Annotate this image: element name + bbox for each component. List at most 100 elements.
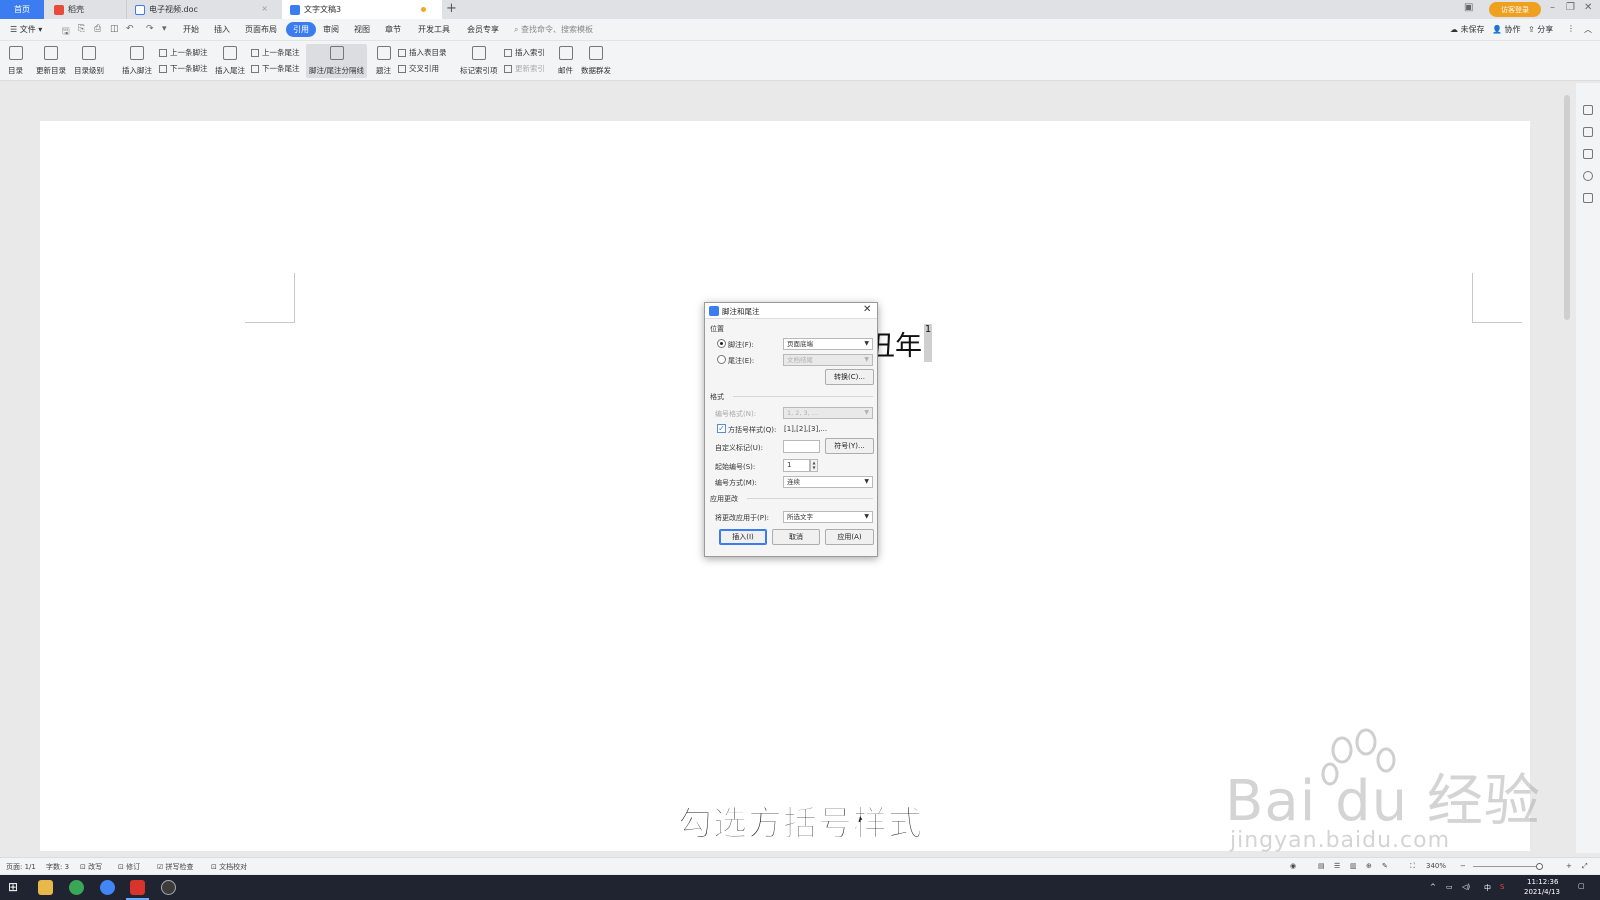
rewrite-toggle[interactable]: ⊡ 改写 <box>80 862 102 872</box>
caption-button[interactable]: 题注 <box>376 44 391 76</box>
dialog-close-icon[interactable]: ✕ <box>863 304 871 315</box>
fullscreen-icon[interactable]: ⤢ <box>1582 862 1588 871</box>
adjust-sliders-icon[interactable] <box>1583 149 1593 159</box>
zoom-out-icon[interactable]: − <box>1460 862 1466 870</box>
apply-button[interactable]: 应用(A) <box>825 529 874 545</box>
annotation-pen-icon[interactable]: ✎ <box>1382 862 1388 870</box>
footnote-reference-mark[interactable]: 1 <box>924 324 932 362</box>
unsaved-status[interactable]: ☁ 未保存 <box>1450 24 1485 35</box>
close-window-icon[interactable]: ✕ <box>1584 2 1592 13</box>
windows-start-icon[interactable]: ⊞ <box>8 880 23 895</box>
notification-icon[interactable]: ▢ <box>1578 882 1585 890</box>
start-number-stepper[interactable]: ▲ ▼ <box>810 459 818 472</box>
edit-pen-icon[interactable] <box>1583 105 1593 115</box>
menu-insert[interactable]: 插入 <box>214 24 230 35</box>
ime-indicator[interactable]: 中 <box>1484 883 1491 893</box>
menu-developer[interactable]: 开发工具 <box>418 24 450 35</box>
custom-mark-input[interactable] <box>783 440 820 453</box>
tab-document-1[interactable]: 电子视频.doc × <box>126 0 278 19</box>
new-tab-button[interactable]: + <box>446 1 457 16</box>
close-tab-icon[interactable]: × <box>261 4 268 13</box>
endnote-radio[interactable] <box>717 355 726 364</box>
start-number-input[interactable]: 1 <box>783 459 810 472</box>
volume-icon[interactable]: ◁) <box>1462 883 1470 891</box>
number-format-select[interactable]: 1, 2, 3, ... ▼ <box>783 407 873 419</box>
command-search[interactable]: ⌕ 查找命令、搜索模板 <box>514 24 593 35</box>
customize-toolbar-icon[interactable]: ▾ <box>162 24 167 34</box>
revise-toggle[interactable]: ⊡ 修订 <box>118 862 140 872</box>
numbering-mode-select[interactable]: 连续 ▼ <box>783 476 873 488</box>
update-index-button[interactable]: 更新索引 <box>504 63 545 74</box>
network-icon[interactable]: ▭ <box>1446 883 1453 891</box>
tray-chevron-icon[interactable]: ^ <box>1430 883 1436 891</box>
restore-icon[interactable]: ❐ <box>1566 2 1575 13</box>
next-footnote-button[interactable]: 下一条脚注 <box>159 63 208 74</box>
menu-view[interactable]: 视图 <box>354 24 370 35</box>
separator-button[interactable]: 脚注/尾注分隔线 <box>306 44 368 78</box>
update-toc-button[interactable]: 更新目录 <box>36 44 66 76</box>
footnote-radio[interactable] <box>717 339 726 348</box>
select-cursor-icon[interactable] <box>1583 127 1593 137</box>
prev-footnote-button[interactable]: 上一条脚注 <box>159 47 208 58</box>
file-explorer-icon[interactable] <box>38 880 53 895</box>
page-view-icon[interactable]: ▤ <box>1318 862 1325 870</box>
mark-index-button[interactable]: 标记索引项 <box>460 44 498 76</box>
tab-home[interactable]: 首页 <box>0 0 44 19</box>
menu-start[interactable]: 开始 <box>183 24 199 35</box>
file-menu[interactable]: ☰ 文件 ▾ <box>10 24 42 35</box>
footnote-position-select[interactable]: 页面底端 ▼ <box>783 338 873 350</box>
clock-time[interactable]: 11:12:36 <box>1527 878 1558 886</box>
redo-icon[interactable]: ↷ <box>146 24 154 34</box>
symbol-button[interactable]: 符号(Y)... <box>825 438 874 454</box>
fit-page-icon[interactable]: ⛶ <box>1410 862 1415 871</box>
word-count[interactable]: 字数: 3 <box>46 862 69 872</box>
save-icon[interactable]: 🖫 <box>62 24 70 40</box>
chrome-icon[interactable] <box>69 880 84 895</box>
menu-member[interactable]: 会员专享 <box>467 24 499 35</box>
bracket-style-checkbox[interactable]: ✓ <box>717 424 726 433</box>
zoom-slider[interactable] <box>1473 866 1541 867</box>
menu-references[interactable]: 引用 <box>286 22 316 37</box>
toc-button[interactable]: 目录 <box>8 44 23 76</box>
insert-endnote-button[interactable]: 插入尾注 <box>215 44 245 76</box>
proofread-toggle[interactable]: ⊡ 文档校对 <box>211 862 247 872</box>
collab-button[interactable]: 👤 协作 <box>1492 24 1521 35</box>
wps-office-icon[interactable] <box>130 880 145 895</box>
web-view-icon[interactable]: ⊕ <box>1366 862 1372 870</box>
cancel-button[interactable]: 取消 <box>772 529 820 545</box>
collapse-ribbon-icon[interactable]: ︿ <box>1584 24 1592 35</box>
clock-date[interactable]: 2021/4/13 <box>1524 888 1560 896</box>
more-icon[interactable]: ⋮ <box>1567 24 1575 33</box>
minimize-icon[interactable]: – <box>1550 2 1555 13</box>
backup-icon[interactable] <box>1583 193 1593 203</box>
convert-button[interactable]: 转换(C)... <box>825 369 874 385</box>
window-layout-icon[interactable]: ▣ <box>1464 2 1473 13</box>
apply-to-select[interactable]: 所选文字 ▼ <box>783 511 873 523</box>
outline-view-icon[interactable]: ☰ <box>1334 862 1340 870</box>
insert-index-button[interactable]: 插入索引 <box>504 47 545 58</box>
help-icon[interactable] <box>1583 171 1593 181</box>
mail-button[interactable]: 邮件 <box>558 44 573 76</box>
menu-review[interactable]: 审阅 <box>323 24 339 35</box>
zoom-slider-handle[interactable] <box>1536 863 1543 870</box>
tab-document-3[interactable]: 文字文稿3 <box>282 0 442 19</box>
spell-check-toggle[interactable]: ☑ 拼写检查 <box>157 862 194 872</box>
prev-endnote-button[interactable]: 上一条尾注 <box>251 47 300 58</box>
antivirus-icon[interactable]: S <box>1500 883 1504 891</box>
insert-table-toc-button[interactable]: 插入表目录 <box>398 47 447 58</box>
share-button[interactable]: ⇪ 分享 <box>1528 24 1553 35</box>
export-pdf-icon[interactable]: ⎘ <box>78 24 85 34</box>
insert-footnote-button[interactable]: 插入脚注 <box>122 44 152 76</box>
endnote-position-select[interactable]: 文档结尾 ▼ <box>783 354 873 366</box>
browser-icon[interactable] <box>100 880 115 895</box>
vertical-scrollbar-thumb[interactable] <box>1564 95 1570 320</box>
reading-view-icon[interactable]: ▥ <box>1350 862 1357 870</box>
eye-protection-icon[interactable]: ◉ <box>1290 862 1296 870</box>
print-icon[interactable]: ⎙ <box>94 24 101 34</box>
print-preview-icon[interactable]: ◫ <box>110 24 119 34</box>
toc-level-button[interactable]: 目录级别 <box>74 44 104 76</box>
zoom-level[interactable]: 340% <box>1426 862 1446 870</box>
cross-ref-button[interactable]: 交叉引用 <box>398 63 439 74</box>
undo-icon[interactable]: ↶ <box>126 24 134 34</box>
menu-chapter[interactable]: 章节 <box>385 24 401 35</box>
